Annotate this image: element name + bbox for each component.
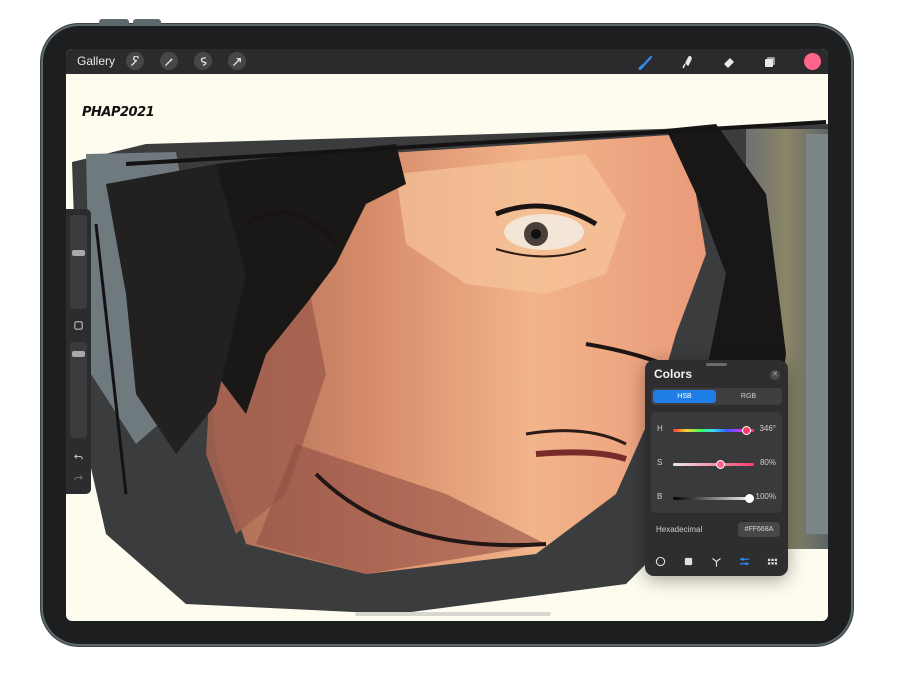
brightness-label: B (657, 492, 663, 501)
gallery-button[interactable]: Gallery (77, 54, 115, 68)
brush-icon[interactable] (636, 52, 656, 72)
panel-title: Colors (654, 367, 693, 381)
brightness-knob[interactable] (745, 494, 754, 503)
saturation-label: S (657, 458, 663, 467)
color-mode-segmented-control: HSB RGB (651, 388, 782, 405)
saturation-slider[interactable] (673, 460, 754, 469)
brush-size-thumb[interactable] (72, 250, 85, 257)
brightness-value: 100% (755, 492, 776, 501)
brush-sidebar (66, 209, 91, 494)
eraser-icon[interactable] (719, 52, 739, 72)
hex-row: Hexadecimal #FF668A (651, 519, 782, 541)
hue-label: H (657, 424, 663, 433)
value-sliders-icon[interactable] (737, 554, 751, 568)
classic-square-icon[interactable] (681, 554, 695, 568)
hue-value: 346° (759, 424, 776, 433)
tab-hsb[interactable]: HSB (653, 390, 716, 403)
palettes-grid-icon[interactable] (765, 554, 779, 568)
opacity-slider[interactable] (70, 342, 87, 438)
colors-panel: Colors ✕ HSB RGB H 346° S 80% B 100% Hex… (645, 360, 788, 576)
panel-drag-handle[interactable] (706, 363, 727, 366)
redo-icon[interactable] (72, 471, 85, 484)
active-color-swatch[interactable] (804, 53, 821, 70)
opacity-thumb[interactable] (72, 351, 85, 357)
brush-size-slider[interactable] (70, 215, 87, 309)
wrench-icon[interactable] (126, 52, 144, 70)
hue-slider[interactable] (673, 426, 754, 435)
magic-wand-icon[interactable] (160, 52, 178, 70)
layers-icon[interactable] (760, 52, 780, 72)
smudge-icon[interactable] (677, 52, 697, 72)
top-toolbar: Gallery (66, 49, 828, 74)
hex-input[interactable]: #FF668A (738, 522, 780, 537)
brightness-slider[interactable] (673, 494, 754, 503)
disc-icon[interactable] (653, 554, 667, 568)
hsb-sliders: H 346° S 80% B 100% (651, 412, 782, 513)
volume-button-2 (133, 19, 161, 25)
hue-knob[interactable] (742, 426, 752, 435)
home-indicator (355, 612, 551, 616)
volume-button (99, 19, 129, 25)
selection-icon[interactable] (194, 52, 212, 70)
transform-arrow-icon[interactable] (228, 52, 246, 70)
saturation-knob[interactable] (716, 460, 726, 469)
hex-label: Hexadecimal (656, 525, 703, 534)
close-icon[interactable]: ✕ (770, 370, 780, 380)
harmony-icon[interactable] (709, 554, 723, 568)
modify-square-icon[interactable] (72, 319, 85, 332)
tab-rgb[interactable]: RGB (717, 390, 780, 403)
saturation-value: 80% (759, 458, 776, 467)
artist-signature: PHAP2021 (82, 105, 155, 120)
undo-icon[interactable] (72, 450, 85, 463)
color-panel-tabs (645, 551, 788, 571)
